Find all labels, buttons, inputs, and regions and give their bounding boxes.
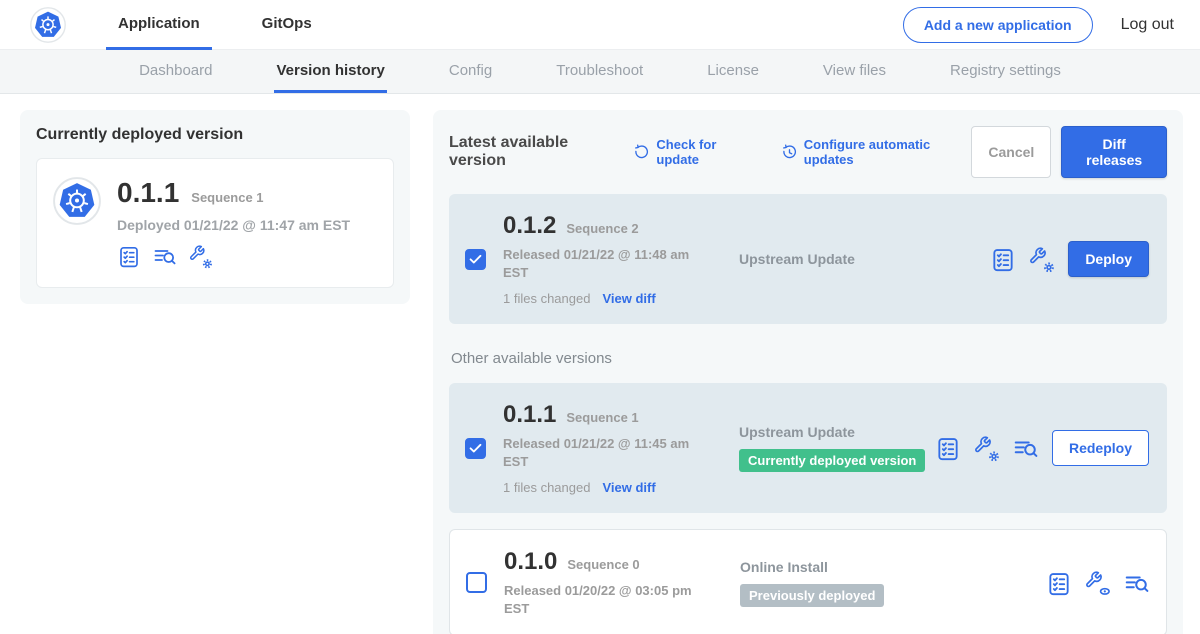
config-view-icon[interactable] [1085,571,1109,595]
version-info: 0.1.2 Sequence 2 Released 01/21/22 @ 11:… [503,212,739,306]
view-logs-icon[interactable] [1013,436,1037,460]
version-number: 0.1.1 [503,401,556,429]
subtab-config[interactable]: Config [447,50,494,93]
latest-version-title: Latest available version [449,134,619,170]
add-new-application-button[interactable]: Add a new application [903,7,1093,43]
topnav-tabs: Application GitOps [106,0,324,49]
version-checkbox[interactable] [465,438,486,459]
files-changed-label: 1 files changed [503,480,590,495]
source-label: Upstream Update [739,251,990,267]
released-timestamp: Released 01/20/22 @ 03:05 pm EST [504,582,696,617]
currently-deployed-panel: Currently deployed version 0.1.1 Sequenc… [20,110,410,304]
app-icon [53,177,101,269]
version-row-0-1-1: 0.1.1 Sequence 1 Released 01/21/22 @ 11:… [449,383,1167,513]
released-timestamp: Released 01/21/22 @ 11:48 am EST [503,246,695,281]
app-logo[interactable] [30,0,66,49]
subtab-registry-settings[interactable]: Registry settings [948,50,1063,93]
sub-navigation: Dashboard Version history Config Trouble… [0,50,1200,94]
sequence-label: Sequence 2 [566,221,638,236]
sequence-label: Sequence 1 [566,410,638,425]
version-checkbox[interactable] [465,249,486,270]
source-label: Upstream Update [739,424,935,440]
deployed-panel-title: Currently deployed version [36,126,394,144]
clock-refresh-icon [781,144,798,161]
currently-deployed-badge: Currently deployed version [739,449,925,472]
refresh-icon [633,144,650,161]
redeploy-button[interactable]: Redeploy [1052,430,1149,466]
previously-deployed-badge: Previously deployed [740,584,884,607]
released-timestamp: Released 01/21/22 @ 11:45 am EST [503,435,695,470]
source-label: Online Install [740,559,1046,575]
deployed-version-number: 0.1.1 [117,177,179,209]
check-for-update-link[interactable]: Check for update [633,137,754,167]
sequence-label: Sequence 0 [567,557,639,572]
view-logs-icon[interactable] [153,245,177,269]
diff-releases-button[interactable]: Diff releases [1061,126,1167,178]
version-info: 0.1.0 Sequence 0 Released 01/20/22 @ 03:… [504,548,740,617]
check-for-update-label: Check for update [656,137,754,167]
version-row-0-1-2: 0.1.2 Sequence 2 Released 01/21/22 @ 11:… [449,194,1167,324]
other-versions-label: Other available versions [451,350,1167,367]
configure-automatic-updates-link[interactable]: Configure automatic updates [781,137,972,167]
subtab-license[interactable]: License [705,50,761,93]
release-notes-icon[interactable] [117,245,141,269]
configure-automatic-updates-label: Configure automatic updates [804,137,972,167]
config-edit-icon[interactable] [974,436,998,460]
subtab-view-files[interactable]: View files [821,50,888,93]
kubernetes-logo-icon [30,7,66,43]
top-navigation: Application GitOps Add a new application… [0,0,1200,50]
config-icon[interactable] [189,245,213,269]
subtab-version-history[interactable]: Version history [274,50,386,93]
cancel-button[interactable]: Cancel [971,126,1051,178]
version-row-0-1-0: 0.1.0 Sequence 0 Released 01/20/22 @ 03:… [449,529,1167,634]
logout-button[interactable]: Log out [1121,16,1174,34]
release-notes-icon[interactable] [990,247,1014,271]
deployed-sequence-label: Sequence 1 [191,190,263,205]
version-source: Online Install Previously deployed [740,559,1046,607]
version-number: 0.1.0 [504,548,557,576]
view-diff-link[interactable]: View diff [602,480,655,495]
view-logs-icon[interactable] [1124,571,1148,595]
deploy-button[interactable]: Deploy [1068,241,1149,277]
version-checkbox[interactable] [466,572,487,593]
latest-version-header: Latest available version Check for updat… [449,126,1167,178]
version-history-panel: Latest available version Check for updat… [433,110,1183,634]
tab-application[interactable]: Application [106,0,212,50]
topnav-right: Add a new application Log out [903,0,1174,49]
deployed-timestamp: Deployed 01/21/22 @ 11:47 am EST [117,217,350,233]
tab-gitops[interactable]: GitOps [250,0,324,50]
version-source: Upstream Update [739,251,990,267]
config-edit-icon[interactable] [1029,247,1053,271]
version-number: 0.1.2 [503,212,556,240]
subtab-troubleshoot[interactable]: Troubleshoot [554,50,645,93]
files-changed-label: 1 files changed [503,291,590,306]
main-content: Currently deployed version 0.1.1 Sequenc… [0,94,1200,634]
subtab-dashboard[interactable]: Dashboard [137,50,214,93]
version-source: Upstream Update Currently deployed versi… [739,424,935,472]
release-notes-icon[interactable] [1046,571,1070,595]
release-notes-icon[interactable] [935,436,959,460]
version-info: 0.1.1 Sequence 1 Released 01/21/22 @ 11:… [503,401,739,495]
deployed-version-card: 0.1.1 Sequence 1 Deployed 01/21/22 @ 11:… [36,158,394,288]
view-diff-link[interactable]: View diff [602,291,655,306]
